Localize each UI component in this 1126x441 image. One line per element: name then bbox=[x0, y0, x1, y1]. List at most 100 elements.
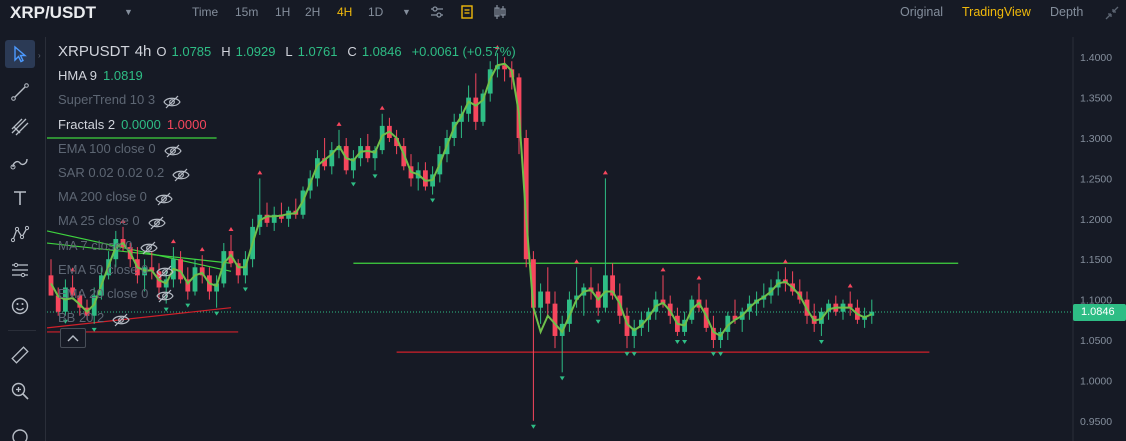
trend-line-icon bbox=[11, 83, 29, 101]
fractal-up-marker bbox=[602, 170, 608, 175]
indicator-name: SuperTrend 10 3 bbox=[58, 92, 156, 108]
caret-down-icon[interactable]: ▼ bbox=[124, 0, 133, 25]
y-tick-label: 1.3500 bbox=[1080, 93, 1112, 105]
indicator-name: EMA 100 close 0 bbox=[58, 140, 156, 156]
fractal-down-marker bbox=[682, 339, 688, 344]
hidden-eye-icon[interactable] bbox=[172, 166, 190, 182]
y-tick-label: 1.0500 bbox=[1080, 335, 1112, 347]
timeframe-1h[interactable]: 1H bbox=[275, 0, 290, 25]
brush-tool[interactable] bbox=[5, 148, 35, 176]
hidden-eye-icon[interactable] bbox=[140, 239, 159, 255]
indicator-row[interactable]: MA 25 close 0 bbox=[58, 209, 521, 233]
collapse-legend-button[interactable] bbox=[60, 328, 86, 348]
indicator-name: BB 20 2 bbox=[58, 310, 105, 326]
close-value: 1.0846 bbox=[361, 44, 402, 60]
open-label: O bbox=[156, 44, 167, 60]
indicator-row[interactable]: HMA 9 1.0819 bbox=[58, 64, 521, 88]
timeframe-time[interactable]: Time bbox=[192, 0, 218, 25]
ruler-icon bbox=[11, 346, 29, 364]
indicator-name: EMA 50 close 0 bbox=[58, 261, 149, 277]
hidden-eye-icon[interactable] bbox=[156, 287, 175, 303]
indicator-row[interactable]: BB 20 2 bbox=[58, 306, 521, 330]
fractal-down-marker bbox=[818, 339, 824, 344]
hidden-eye-icon[interactable] bbox=[156, 263, 175, 279]
last-price-tag: 1.0846 bbox=[1073, 304, 1126, 321]
chevron-right-icon[interactable]: › bbox=[38, 51, 41, 60]
fractal-up-marker bbox=[696, 275, 702, 280]
indicator-name: MA 7 close 0 bbox=[58, 237, 133, 253]
hidden-eye-icon[interactable] bbox=[163, 93, 181, 109]
toolbar-divider bbox=[8, 330, 36, 331]
indicator-name: MA 200 close 0 bbox=[58, 189, 147, 205]
indicator-row[interactable]: SuperTrend 10 3 bbox=[58, 88, 521, 112]
hidden-eye-icon[interactable] bbox=[163, 142, 182, 158]
indicator-value: 0.0000 bbox=[121, 116, 161, 132]
indicator-row[interactable]: EMA 50 close 0 bbox=[58, 258, 521, 282]
low-label: L bbox=[285, 44, 293, 60]
more-timeframes-icon[interactable]: ▼ bbox=[402, 0, 411, 25]
close-label: C bbox=[347, 44, 357, 60]
fractal-down-marker bbox=[674, 339, 680, 344]
low-value: 1.0761 bbox=[297, 44, 338, 60]
text-tool[interactable] bbox=[5, 184, 35, 212]
indicator-row[interactable]: MA 7 close 0 bbox=[58, 234, 521, 258]
y-tick-label: 1.4000 bbox=[1080, 52, 1112, 64]
candle-type-icon[interactable] bbox=[492, 4, 508, 20]
fullscreen-icon[interactable] bbox=[1104, 5, 1120, 21]
zoom-tool[interactable] bbox=[5, 377, 35, 405]
pattern-tool[interactable] bbox=[5, 220, 35, 248]
indicator-value: 1.0000 bbox=[166, 116, 207, 132]
timeframe-4h[interactable]: 4H bbox=[337, 0, 352, 25]
candle-body bbox=[552, 303, 558, 336]
timeframe-1d[interactable]: 1D bbox=[368, 0, 383, 25]
magnet-tool[interactable] bbox=[5, 421, 35, 441]
emoji-tool[interactable] bbox=[5, 292, 35, 320]
brush-icon bbox=[10, 158, 28, 170]
candle-body bbox=[538, 291, 543, 308]
timeframe-15m[interactable]: 15m bbox=[235, 0, 258, 25]
indicator-name: Fractals 2 bbox=[58, 116, 116, 132]
zoom-in-icon bbox=[11, 382, 29, 400]
trend-line-tool[interactable] bbox=[5, 78, 35, 106]
indicator-row[interactable]: EMA 20 close 0 bbox=[58, 282, 521, 306]
chevron-up-icon bbox=[67, 335, 79, 342]
indicator-row[interactable]: Fractals 2 0.0000 1.0000 bbox=[58, 113, 521, 137]
indicator-row[interactable]: SAR 0.02 0.02 0.2 bbox=[58, 161, 521, 185]
view-tradingview[interactable]: TradingView bbox=[962, 0, 1031, 25]
fractal-down-marker bbox=[530, 424, 536, 429]
candle-body bbox=[545, 291, 551, 304]
cursor-tool[interactable] bbox=[5, 40, 35, 68]
hidden-eye-icon[interactable] bbox=[112, 311, 130, 327]
view-original[interactable]: Original bbox=[900, 0, 943, 25]
chart-legend: XRPUSDT 4h O 1.0785 H 1.0929 L 1.0761 C 1.08… bbox=[58, 40, 521, 330]
fractal-up-marker bbox=[782, 259, 788, 264]
drawing-toolbar: › bbox=[0, 37, 46, 441]
indicator-value: 1.0819 bbox=[103, 68, 143, 84]
indicator-row[interactable]: EMA 100 close 0 bbox=[58, 137, 521, 161]
symbol-title[interactable]: XRP/USDT bbox=[10, 0, 96, 25]
timeframe-2h[interactable]: 2H bbox=[305, 0, 320, 25]
measure-tool[interactable] bbox=[5, 256, 35, 284]
fib-tool[interactable] bbox=[5, 113, 35, 141]
top-bar: XRP/USDT ▼ Time 15m 1H 2H 4H 1D ▼ Origin… bbox=[0, 0, 1126, 25]
indicator-name: HMA 9 bbox=[58, 68, 98, 84]
fractal-up-marker bbox=[574, 259, 580, 264]
hidden-eye-icon[interactable] bbox=[155, 190, 173, 206]
ruler-tool[interactable] bbox=[5, 341, 35, 369]
open-value: 1.0785 bbox=[171, 44, 212, 60]
y-tick-label: 1.0000 bbox=[1080, 375, 1112, 387]
settings-sliders-icon[interactable] bbox=[429, 4, 445, 20]
magnet-icon bbox=[12, 429, 28, 441]
view-depth[interactable]: Depth bbox=[1050, 0, 1083, 25]
fractal-down-marker bbox=[559, 376, 565, 381]
legend-symbol: XRPUSDT bbox=[58, 43, 130, 61]
pattern-icon bbox=[10, 225, 30, 243]
fractal-down-marker bbox=[631, 352, 637, 357]
indicator-row[interactable]: MA 200 close 0 bbox=[58, 185, 521, 209]
change-value: +0.0061 (+0.57%) bbox=[411, 44, 516, 60]
hidden-eye-icon[interactable] bbox=[147, 214, 166, 230]
y-tick-label: 1.1500 bbox=[1080, 254, 1112, 266]
text-icon bbox=[14, 191, 26, 205]
indicators-icon[interactable] bbox=[459, 4, 475, 20]
legend-interval: 4h bbox=[134, 43, 152, 61]
